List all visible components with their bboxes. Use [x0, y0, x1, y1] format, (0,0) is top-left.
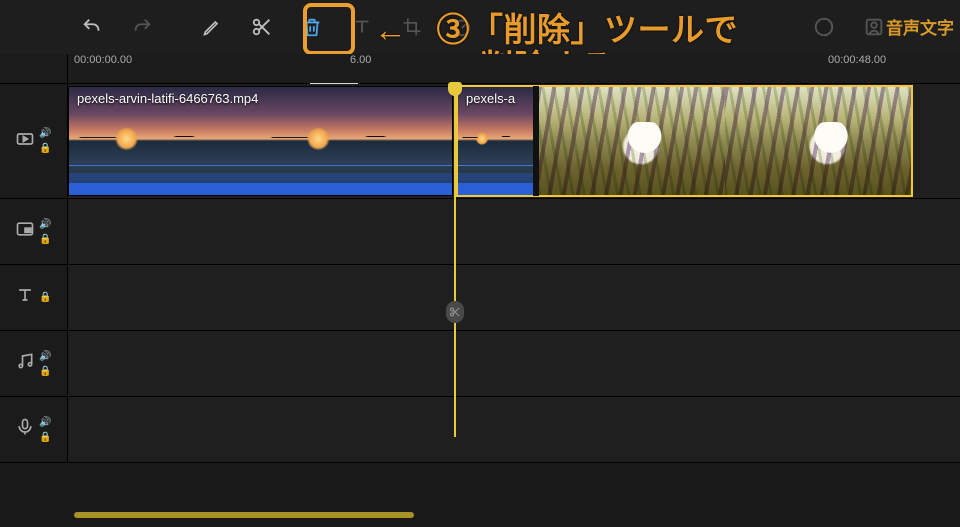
- pip-track-content[interactable]: [68, 199, 960, 264]
- voice-track-row: 🔊🔒: [0, 397, 960, 463]
- ruler-tick: 6.00: [350, 54, 371, 66]
- scrollbar-thumb[interactable]: [74, 512, 414, 518]
- video-clip-1[interactable]: pexels-arvin-latifi-6466763.mp4: [68, 86, 453, 196]
- volume-icon[interactable]: 🔊: [39, 417, 51, 428]
- video-track-row: 🔊 🔒 pexels-arvin-latifi-6466763.mp4: [0, 84, 960, 199]
- ruler-tick: 00:00:00.00: [74, 54, 132, 66]
- lock-icon[interactable]: 🔒: [39, 143, 51, 154]
- text-track-gutter: 🔒: [0, 265, 68, 330]
- music-track-icon: [15, 351, 35, 376]
- clip-label: pexels-arvin-latifi-6466763.mp4: [77, 91, 258, 106]
- track-area: 🔊 🔒 pexels-arvin-latifi-6466763.mp4: [0, 84, 960, 463]
- voice-track-gutter: 🔊🔒: [0, 397, 68, 462]
- text-tool-button[interactable]: [340, 8, 384, 46]
- volume-icon[interactable]: 🔊: [39, 219, 51, 230]
- pip-track-row: 🔊🔒: [0, 199, 960, 265]
- text-track-row: 🔒: [0, 265, 960, 331]
- lock-icon[interactable]: 🔒: [39, 234, 51, 245]
- pip-track-gutter: 🔊🔒: [0, 199, 68, 264]
- redo-button[interactable]: [120, 8, 164, 46]
- pip-track-icon: [15, 219, 35, 244]
- video-track-content[interactable]: pexels-arvin-latifi-6466763.mp4 pexels-a: [68, 84, 960, 198]
- undo-button[interactable]: [70, 8, 114, 46]
- music-track-gutter: 🔊🔒: [0, 331, 68, 396]
- clip-waveform: [458, 165, 538, 195]
- ruler-gutter: [0, 54, 68, 83]
- pencil-button[interactable]: [190, 8, 234, 46]
- scissors-button[interactable]: [240, 8, 284, 46]
- video-clip-2[interactable]: pexels-a: [457, 86, 912, 196]
- color-tool-button[interactable]: [802, 8, 846, 46]
- lock-icon[interactable]: 🔒: [39, 366, 51, 377]
- lock-icon[interactable]: 🔒: [39, 292, 51, 303]
- crop-button[interactable]: [390, 8, 434, 46]
- ruler-tick: 00:00:48.00: [828, 54, 886, 66]
- music-track-row: 🔊🔒: [0, 331, 960, 397]
- delete-button[interactable]: [290, 8, 334, 46]
- tracks: 🔊 🔒 pexels-arvin-latifi-6466763.mp4: [0, 84, 960, 463]
- lock-icon[interactable]: 🔒: [39, 432, 51, 443]
- clip-waveform: [69, 165, 452, 195]
- video-track-icon: [15, 129, 35, 154]
- voice-text-label: 音声文字: [886, 14, 954, 39]
- speed-button[interactable]: [440, 8, 484, 46]
- volume-icon[interactable]: 🔊: [39, 128, 51, 139]
- music-track-content[interactable]: [68, 331, 960, 396]
- clip-label: pexels-a: [466, 91, 515, 106]
- volume-icon[interactable]: 🔊: [39, 351, 51, 362]
- timeline-ruler[interactable]: 00:00:00.00 6.00 00:00:48.00: [68, 54, 960, 83]
- horizontal-scrollbar[interactable]: [68, 509, 946, 521]
- text-track-icon: [15, 285, 35, 310]
- text-track-content[interactable]: [68, 265, 960, 330]
- clip-gap: [533, 86, 539, 196]
- mic-track-icon: [15, 417, 35, 442]
- timeline-ruler-row: 00:00:00.00 6.00 00:00:48.00: [0, 54, 960, 84]
- video-track-gutter: 🔊 🔒: [0, 84, 68, 198]
- toolbar: 削除 音声文字: [0, 0, 960, 54]
- voice-track-content[interactable]: [68, 397, 960, 462]
